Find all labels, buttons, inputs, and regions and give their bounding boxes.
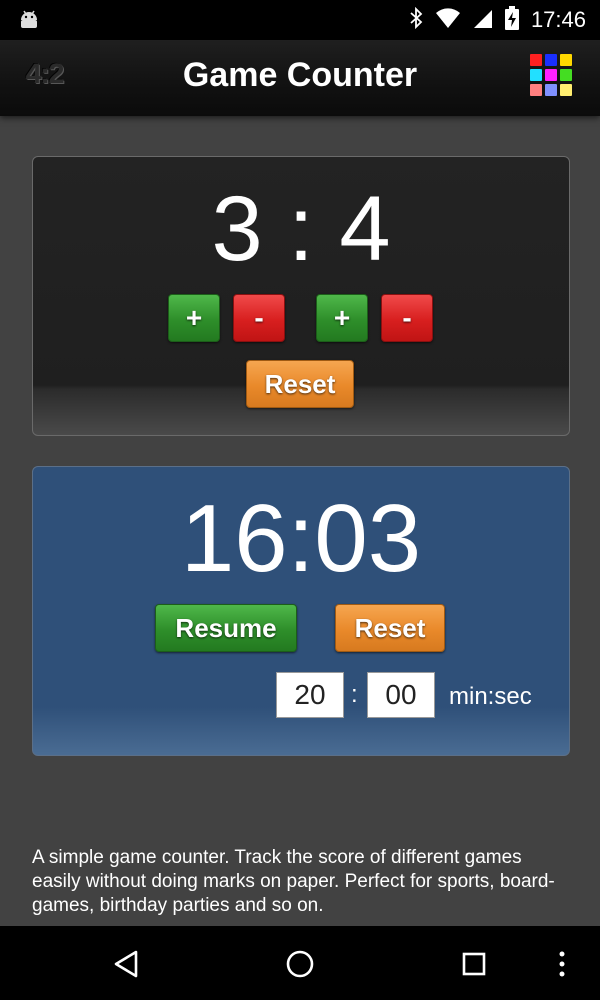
time-unit-label: min:sec [449, 683, 532, 710]
android-debug-icon [18, 8, 40, 30]
color-grid-icon[interactable] [530, 54, 574, 98]
time-input-separator: : [351, 681, 358, 708]
status-bar: 17:46 [0, 0, 600, 40]
score-reset-button[interactable]: Reset [246, 360, 354, 408]
right-plus-button[interactable]: + [316, 294, 368, 342]
back-icon[interactable] [108, 946, 144, 982]
right-minus-button[interactable]: - [381, 294, 433, 342]
color-grid-cell [545, 69, 557, 81]
color-grid-cell [530, 84, 542, 96]
battery-charging-icon [504, 5, 519, 35]
score-display: 3 : 4 [33, 183, 569, 275]
color-grid-cell [560, 84, 572, 96]
color-grid-cell [560, 69, 572, 81]
overflow-menu-icon[interactable] [552, 946, 572, 982]
color-grid-cell [530, 54, 542, 66]
color-grid-cell [545, 54, 557, 66]
color-grid-cell [530, 69, 542, 81]
timer-display: 16:03 [180, 485, 422, 592]
score-panel: 3 : 4 + - + - Reset [32, 156, 570, 436]
score-left: 3 [211, 178, 263, 280]
page-title: Game Counter [182, 56, 418, 94]
signal-icon [473, 7, 493, 34]
left-minus-button[interactable]: - [233, 294, 285, 342]
minutes-input[interactable]: 20 [276, 672, 344, 718]
score-right: 4 [339, 178, 391, 280]
wifi-icon [435, 7, 461, 34]
color-grid-cell [545, 84, 557, 96]
timer-resume-button[interactable]: Resume [155, 604, 297, 652]
app-description: A simple game counter. Track the score o… [32, 847, 555, 916]
recents-icon[interactable] [456, 946, 492, 982]
bluetooth-icon [409, 6, 423, 34]
home-icon[interactable] [282, 946, 318, 982]
navigation-bar [0, 926, 600, 1000]
color-grid-cell [560, 54, 572, 66]
timer-reset-button[interactable]: Reset [335, 604, 445, 652]
timer-panel: 16:03 Resume Reset 20 : 00 min:sec [32, 466, 570, 756]
seconds-input[interactable]: 00 [367, 672, 435, 718]
clock-time: 17:46 [530, 7, 586, 32]
score-separator: : [288, 178, 314, 280]
left-plus-button[interactable]: + [168, 294, 220, 342]
action-bar: 4:2 Game Counter [0, 40, 600, 116]
